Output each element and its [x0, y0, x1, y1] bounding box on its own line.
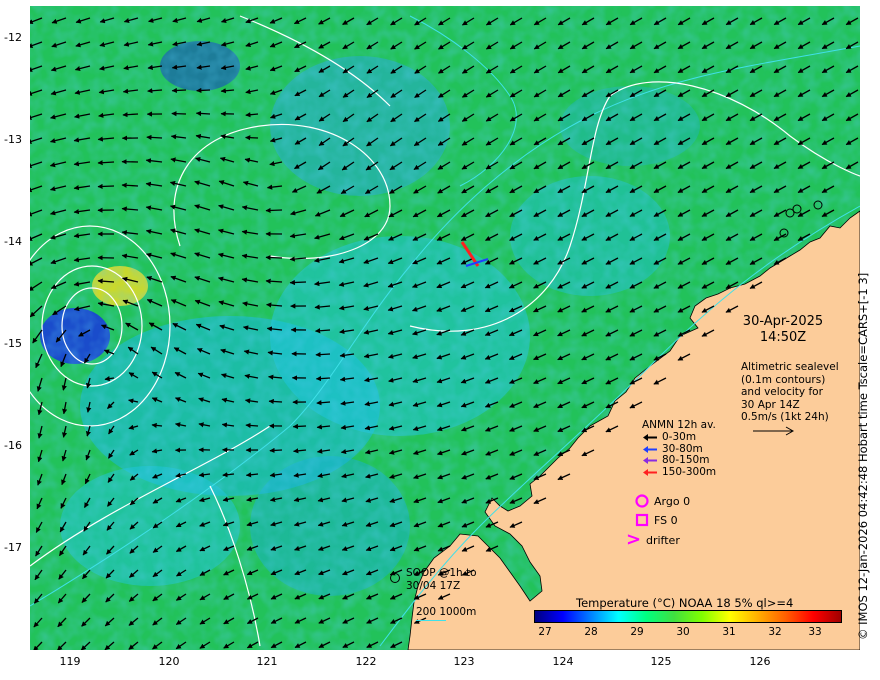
- x-tick-label: 122: [355, 655, 377, 668]
- y-tick-label: -12: [4, 31, 22, 44]
- anmn-depth-label: 0-30m: [662, 431, 697, 443]
- velocity-arrow: [97, 183, 115, 190]
- velocity-arrow: [171, 111, 187, 117]
- argo-label: Argo 0: [654, 495, 691, 508]
- x-tick-label: 126: [749, 655, 771, 668]
- arrow-icon: [643, 434, 657, 441]
- velocity-arrow: [265, 207, 283, 214]
- altimetry-note: Altimetric sealevel (0.1m contours) and …: [741, 361, 839, 424]
- x-tick-label: 119: [59, 655, 81, 668]
- velocity-arrow: [245, 135, 259, 141]
- sst-map: [30, 6, 860, 650]
- anmn-depth-label: 80-150m: [662, 454, 710, 466]
- altimetry-line: and velocity for: [741, 386, 823, 398]
- soop-note: SOOP @1h to 30/04 17Z: [406, 567, 477, 592]
- velocity-arrow: [268, 398, 283, 405]
- y-tick-label: -16: [4, 439, 22, 452]
- colorbar-tick-label: 28: [584, 626, 598, 638]
- argo-circle-icon: [635, 494, 649, 508]
- x-tick-label: 120: [158, 655, 180, 668]
- x-tick-label: 125: [650, 655, 672, 668]
- isobath-legend-label: 200 1000m: [416, 606, 477, 618]
- arrow-icon: [643, 457, 657, 464]
- time-label: 14:50Z: [759, 330, 807, 345]
- anmn-depth-label: 150-300m: [662, 465, 717, 478]
- y-tick-label: -15: [4, 337, 22, 350]
- velocity-arrow: [315, 375, 331, 382]
- x-tick-label: 124: [552, 655, 574, 668]
- anmn-row: 150-300m: [642, 465, 717, 479]
- colorbar-tick-label: 31: [722, 626, 736, 638]
- velocity-arrow: [195, 110, 211, 117]
- map-panel[interactable]: [30, 6, 860, 650]
- date-label: 30-Apr-2025: [742, 314, 824, 329]
- y-tick-label: -14: [4, 235, 22, 248]
- colorbar-tick-label: 29: [630, 626, 644, 638]
- isobath-legend-line: [416, 620, 446, 621]
- soop-line: SOOP @1h to: [406, 567, 477, 579]
- colorbar-tick-label: 30: [676, 626, 690, 638]
- temperature-colorbar: [534, 610, 842, 623]
- soop-line: 30/04 17Z: [406, 579, 461, 592]
- velocity-arrow: [265, 254, 283, 261]
- anmn-depth-label: 30-80m: [662, 442, 703, 455]
- velocity-arrow: [245, 422, 259, 429]
- y-tick-label: -13: [4, 133, 22, 146]
- velocity-arrow: [289, 279, 307, 286]
- velocity-arrow: [196, 87, 211, 94]
- colorbar-title: Temperature (°C) NOAA 18 5% ql>=4: [576, 596, 794, 610]
- soop-circle-icon: [390, 573, 400, 583]
- fs-label: FS 0: [654, 514, 678, 527]
- altimetry-line: 0.5m/s (1kt 24h): [741, 411, 829, 423]
- arrow-icon: [643, 445, 657, 453]
- altimetry-line: Altimetric sealevel: [741, 361, 839, 373]
- velocity-arrow: [146, 134, 163, 140]
- date-time-block: 30-Apr-2025 14:50Z: [740, 314, 826, 346]
- x-tick-label: 121: [256, 655, 278, 668]
- drifter-icon: >: [626, 529, 642, 550]
- velocity-arrow: [292, 423, 307, 430]
- velocity-arrow: [171, 87, 187, 94]
- drifter-label: drifter: [646, 534, 680, 547]
- copyright-caption: © IMOS 12-Jan-2026 04:42:48 Hobart time …: [856, 272, 870, 640]
- colorbar-tick-label: 33: [808, 626, 822, 638]
- altimetry-line: (0.1m contours): [741, 373, 826, 386]
- colorbar-tick-label: 27: [538, 626, 552, 638]
- anmn-title: ANMN 12h av.: [642, 419, 716, 431]
- velocity-arrow: [269, 447, 283, 454]
- fs-square-icon: [635, 513, 649, 527]
- velocity-arrow: [315, 352, 331, 358]
- arrow-icon: [643, 468, 657, 476]
- altimetry-line: 30 Apr 14Z: [741, 398, 800, 411]
- colorbar-tick-label: 32: [768, 626, 782, 638]
- velocity-scale-arrow: [753, 426, 795, 436]
- anmn-legend: ANMN 12h av. 0-30m 30-80m 80-150m 150-30…: [642, 419, 716, 478]
- x-tick-label: 123: [453, 655, 475, 668]
- y-tick-label: -17: [4, 541, 22, 554]
